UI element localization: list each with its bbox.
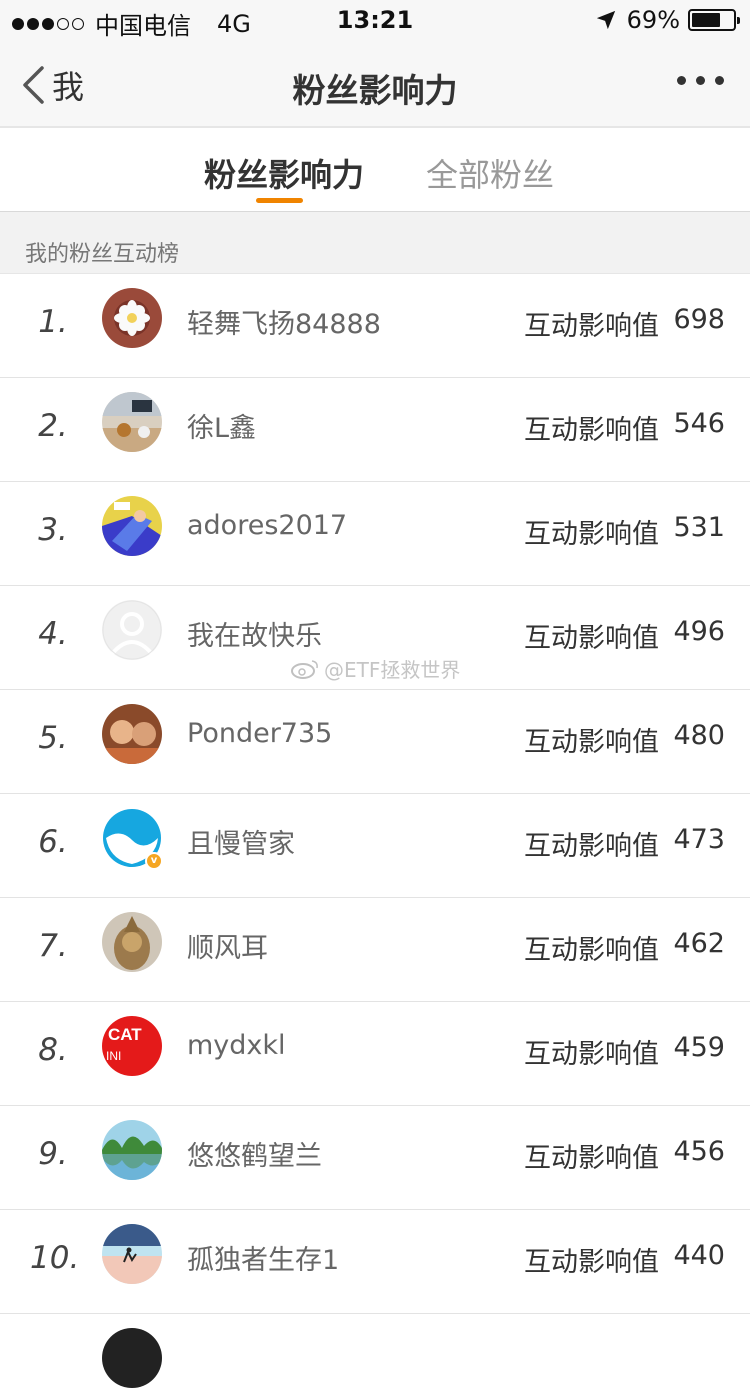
user-name[interactable]: 顺风耳 (187, 926, 268, 965)
verified-badge-icon: v (145, 852, 163, 870)
score-value: 546 (673, 408, 725, 439)
list-item[interactable]: 1. 轻舞飞扬84888 互动影响值 698 (0, 274, 750, 378)
list-item[interactable]: 7. 顺风耳 互动影响值 462 (0, 898, 750, 1002)
active-tab-indicator (256, 198, 303, 203)
rank-number: 1. (38, 304, 68, 340)
score-label: 互动影响值 (524, 415, 659, 446)
rank-number: 10. (30, 1240, 80, 1276)
rank-number: 5. (38, 720, 68, 756)
rank-number: 2. (38, 408, 68, 444)
battery-icon (688, 9, 740, 31)
battery-percent: 69% (626, 6, 680, 34)
score-value: 473 (673, 824, 725, 855)
score-label: 互动影响值 (524, 831, 659, 862)
list-item[interactable]: 2. 徐L鑫 互动影响值 546 (0, 378, 750, 482)
rank-number: 3. (38, 512, 68, 548)
score-label: 互动影响值 (524, 727, 659, 758)
score-value: 456 (673, 1136, 725, 1167)
score-value: 462 (673, 928, 725, 959)
rank-number: 7. (38, 928, 68, 964)
score-value: 440 (673, 1240, 725, 1271)
svg-text:CAT: CAT (108, 1025, 142, 1044)
more-options-button[interactable] (667, 76, 724, 85)
user-name[interactable]: Ponder735 (187, 718, 332, 749)
user-name[interactable]: adores2017 (187, 510, 347, 541)
list-item[interactable]: 6. v 且慢管家 互动影响值 473 (0, 794, 750, 898)
location-arrow-icon (596, 10, 615, 30)
avatar[interactable] (102, 1328, 162, 1388)
svg-text:INI: INI (106, 1049, 121, 1063)
list-item[interactable]: 10. 孤独者生存1 互动影响值 440 (0, 1210, 750, 1314)
avatar[interactable] (102, 912, 162, 972)
list-item[interactable]: 9. 悠悠鹤望兰 互动影响值 456 (0, 1106, 750, 1210)
rank-number: 8. (38, 1032, 68, 1068)
rank-number: 9. (38, 1136, 68, 1172)
status-bar: 中国电信 4G 13:21 69% (0, 0, 750, 40)
score-value: 698 (673, 304, 725, 335)
avatar[interactable] (102, 496, 162, 556)
tab-bar: 粉丝影响力 全部粉丝 (0, 128, 750, 212)
avatar[interactable] (102, 392, 162, 452)
rank-number: 4. (38, 616, 68, 652)
more-dots-icon (677, 76, 686, 85)
score-label: 互动影响值 (524, 623, 659, 654)
tab-all-fans[interactable]: 全部粉丝 (426, 150, 554, 196)
score-label: 互动影响值 (524, 1143, 659, 1174)
score-value: 496 (673, 616, 725, 647)
list-item[interactable]: 3. adores2017 互动影响值 531 (0, 482, 750, 586)
score-label: 互动影响值 (524, 519, 659, 550)
watermark-text: @ETF拯救世界 (324, 658, 461, 682)
page-title: 粉丝影响力 (292, 71, 458, 110)
user-name[interactable]: 我在故快乐 (187, 614, 322, 653)
tab-fan-influence[interactable]: 粉丝影响力 (204, 150, 364, 196)
fan-ranking-list: 1. 轻舞飞扬84888 互动影响值 698 2. 徐L鑫 互动影响值 546 … (0, 274, 750, 1314)
avatar[interactable]: CAT INI (102, 1016, 162, 1076)
score-label: 互动影响值 (524, 1039, 659, 1070)
avatar[interactable] (102, 288, 162, 348)
user-name[interactable]: 悠悠鹤望兰 (187, 1134, 322, 1173)
rank-number: 6. (38, 824, 68, 860)
avatar[interactable] (102, 1224, 162, 1284)
list-item[interactable]: 8. CAT INI mydxkl 互动影响值 459 (0, 1002, 750, 1106)
score-value: 480 (673, 720, 725, 751)
weibo-logo-icon (291, 659, 318, 679)
user-name[interactable]: mydxkl (187, 1030, 286, 1061)
avatar[interactable] (102, 1120, 162, 1180)
avatar[interactable] (102, 704, 162, 764)
user-name[interactable]: 轻舞飞扬84888 (187, 302, 381, 341)
user-name[interactable]: 孤独者生存1 (187, 1238, 339, 1277)
navigation-bar: 我 粉丝影响力 (0, 40, 750, 128)
score-value: 531 (673, 512, 725, 543)
user-name[interactable]: 且慢管家 (187, 822, 295, 861)
score-value: 459 (673, 1032, 725, 1063)
score-label: 互动影响值 (524, 1247, 659, 1278)
score-label: 互动影响值 (524, 311, 659, 342)
watermark: @ETF拯救世界 (290, 654, 460, 683)
section-header: 我的粉丝互动榜 (0, 212, 750, 274)
status-right: 69% (595, 6, 740, 34)
score-label: 互动影响值 (524, 935, 659, 966)
user-name[interactable]: 徐L鑫 (187, 406, 256, 445)
list-item[interactable]: 5. Ponder735 互动影响值 480 (0, 690, 750, 794)
avatar[interactable] (102, 600, 162, 660)
partial-list-item[interactable] (0, 1314, 750, 1388)
